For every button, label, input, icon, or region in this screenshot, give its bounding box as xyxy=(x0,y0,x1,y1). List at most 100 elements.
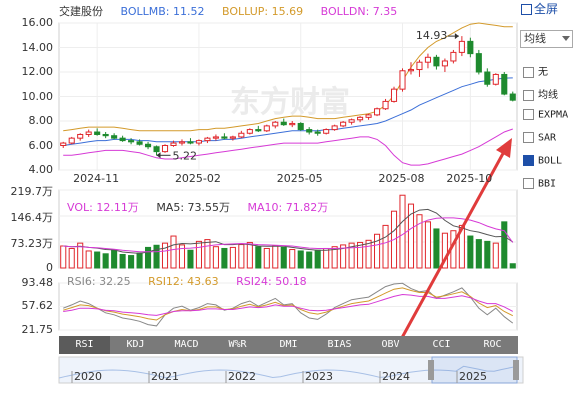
date-tick-label: 2025-08 xyxy=(378,172,425,185)
navigator-year-label: 2025 xyxy=(459,370,487,383)
candle-up xyxy=(229,136,236,139)
volume-bar xyxy=(212,246,219,269)
candle-up xyxy=(382,100,389,110)
volume-bar xyxy=(246,241,253,269)
price-tick-label: 6.00 xyxy=(28,138,54,152)
volume-bar xyxy=(161,242,169,269)
navigator-panel xyxy=(58,356,524,384)
volume-bar xyxy=(187,249,194,269)
candle-up xyxy=(246,129,253,134)
volume-bar xyxy=(255,246,262,269)
navigator-year-label: 2024 xyxy=(382,370,410,383)
volume-bar xyxy=(263,247,270,269)
candle-up xyxy=(263,125,270,132)
volume-bar xyxy=(128,255,135,269)
candle-up xyxy=(85,131,92,135)
volume-bar xyxy=(323,247,330,269)
volume-bar xyxy=(238,244,245,269)
volume-bar xyxy=(136,252,143,269)
candle-up xyxy=(399,70,406,90)
tab-roc[interactable]: ROC xyxy=(467,336,518,354)
candle-up xyxy=(348,119,355,123)
high-marker-arrow xyxy=(454,33,459,40)
tab-obv[interactable]: OBV xyxy=(365,336,416,354)
candle-up xyxy=(365,114,372,118)
candle-down xyxy=(467,40,474,55)
price-tick-label: 12.00 xyxy=(21,65,54,78)
candle-down xyxy=(306,129,313,133)
candle-down xyxy=(145,143,152,148)
candle-up xyxy=(458,40,465,53)
volume-bar xyxy=(433,228,440,269)
high-annotation: 14.93 xyxy=(416,29,448,42)
volume-bar xyxy=(229,246,236,269)
volume-bar xyxy=(314,249,321,269)
volume-tick-label: 0 xyxy=(46,261,53,274)
tab-kdj[interactable]: KDJ xyxy=(110,336,161,354)
candle-up xyxy=(450,51,457,62)
candle-up xyxy=(323,129,330,134)
candle-down xyxy=(187,141,194,144)
tab-cci[interactable]: CCI xyxy=(416,336,467,354)
date-tick-label: 2025-10 xyxy=(446,172,493,185)
volume-bar xyxy=(111,249,118,269)
volume-bar xyxy=(289,249,296,269)
candle-down xyxy=(501,73,508,95)
volume-bar xyxy=(424,221,431,269)
navigator-handle-right[interactable] xyxy=(513,360,519,380)
candle-up xyxy=(272,121,279,127)
candle-down xyxy=(102,133,109,137)
candle-up xyxy=(178,141,186,144)
volume-bar xyxy=(492,242,499,269)
indicator-tabs: RSI KDJ MACD W%R DMI BIAS OBV CCI ROC xyxy=(59,336,518,354)
volume-bar xyxy=(357,241,364,269)
price-tick-label: 14.00 xyxy=(21,40,54,54)
volume-tick-label: 73.23万 xyxy=(10,237,54,250)
candle-down xyxy=(94,131,101,135)
navigator-year-label: 2020 xyxy=(74,370,102,383)
candle-down xyxy=(280,121,287,126)
rsi-panel xyxy=(58,282,518,331)
volume-bar xyxy=(68,247,75,269)
navigator-year-label: 2021 xyxy=(151,370,179,383)
candle-up xyxy=(238,132,245,138)
rsi12-label: RSI12: 43.63 xyxy=(148,275,219,288)
volume-bar xyxy=(509,263,516,269)
overlay xyxy=(396,138,512,346)
tab-wr[interactable]: W%R xyxy=(212,336,263,354)
volume-bar xyxy=(145,246,152,269)
price-tick-label: 8.00 xyxy=(28,114,54,127)
navigator-handle-left[interactable] xyxy=(428,360,434,380)
watermark-logo: 东方财富 xyxy=(230,85,350,120)
tab-bias[interactable]: BIAS xyxy=(314,336,365,354)
rsi-legend: RSI6: 32.25 RSI12: 43.63 RSI24: 50.18 xyxy=(67,275,321,288)
date-tick-label: 2025-05 xyxy=(276,172,323,185)
volume-bar xyxy=(170,235,177,269)
price-tick-label: 10.00 xyxy=(21,89,54,103)
volume-bar xyxy=(382,224,389,269)
candle-down xyxy=(153,146,160,153)
volume-tick-label: 146.4万 xyxy=(10,211,54,225)
candle-up xyxy=(492,73,499,85)
vol-ma5-label: MA5: 73.55万 xyxy=(156,201,231,214)
tab-macd[interactable]: MACD xyxy=(161,336,212,354)
candle-down xyxy=(128,140,135,143)
price-panel: 东方财富 14.93 5.22 xyxy=(58,22,518,171)
volume-bar xyxy=(94,251,101,269)
volume-bar xyxy=(102,253,109,269)
tab-dmi[interactable]: DMI xyxy=(263,336,314,354)
candle-up xyxy=(60,142,67,147)
candle-down xyxy=(484,71,491,85)
volume-bar xyxy=(306,251,313,269)
rsi-tick-label: 21.75 xyxy=(21,323,54,336)
volume-legend: VOL: 12.11万 MA5: 73.55万 MA10: 71.82万 xyxy=(67,199,342,215)
candle-up xyxy=(441,60,448,67)
candle-up xyxy=(374,108,381,116)
vol-label: VOL: 12.11万 xyxy=(67,201,139,214)
candle-down xyxy=(111,135,118,139)
rsi-tick-label: 57.62 xyxy=(21,299,54,313)
candle-down xyxy=(255,129,262,132)
vol-ma10-label: MA10: 71.82万 xyxy=(247,201,329,214)
volume-bar xyxy=(60,245,67,269)
tab-rsi[interactable]: RSI xyxy=(59,336,110,354)
